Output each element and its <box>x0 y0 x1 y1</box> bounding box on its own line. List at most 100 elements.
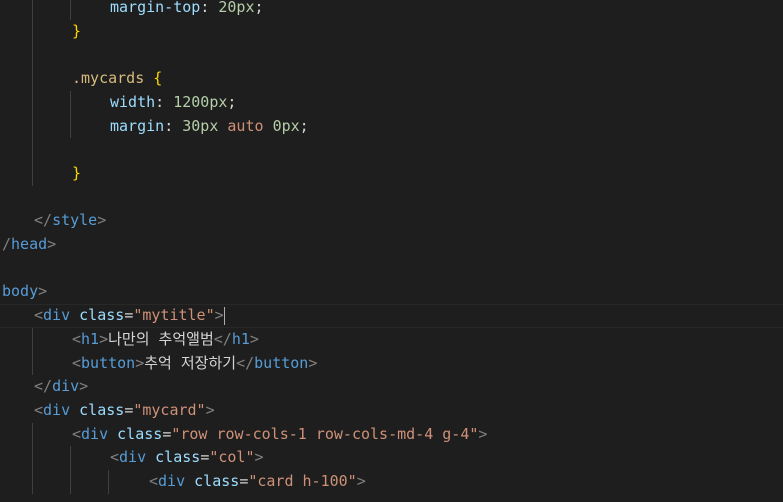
code-token: > <box>478 424 488 443</box>
code-editor[interactable]: margin-top: 20px;} .mycards {width: 1200p… <box>0 0 783 502</box>
code-text: <div class="col"> <box>110 446 264 470</box>
code-line[interactable]: <div class="mycard"> <box>0 399 783 423</box>
code-line[interactable]: margin-top: 20px; <box>0 0 783 20</box>
code-token: "mycard" <box>133 400 206 419</box>
code-line[interactable]: <button>추억 저장하기</button> <box>0 352 783 376</box>
code-token: </ <box>236 353 255 372</box>
code-line[interactable] <box>0 43 783 67</box>
code-line[interactable]: } <box>0 162 783 186</box>
code-line[interactable]: </style> <box>0 209 783 233</box>
code-text: width: 1200px; <box>110 91 236 115</box>
code-token: style <box>52 211 98 230</box>
code-token: div <box>43 400 71 419</box>
code-token: < <box>72 424 82 443</box>
text-cursor <box>223 306 225 325</box>
code-token: = <box>239 472 249 490</box>
code-token: div <box>158 472 186 490</box>
code-token: } <box>72 21 82 40</box>
code-token: > <box>38 282 48 301</box>
code-token: "card h-100" <box>248 472 357 490</box>
code-line[interactable] <box>0 257 783 281</box>
code-line[interactable]: width: 1200px; <box>0 91 783 115</box>
code-token: auto <box>227 116 264 135</box>
code-text: <div class="card h-100"> <box>149 470 366 494</box>
code-token: margin <box>110 116 165 135</box>
code-text: } <box>72 162 81 186</box>
code-text: </div> <box>34 375 88 399</box>
code-token: > <box>308 353 318 372</box>
code-line[interactable]: <div class="col"> <box>0 446 783 470</box>
code-text: <h1>나만의 추억앨범</h1> <box>72 328 259 352</box>
code-token: / <box>2 235 12 253</box>
code-text: .mycards { <box>72 67 162 91</box>
code-line[interactable]: <div class="row row-cols-1 row-cols-md-4… <box>0 423 783 447</box>
code-line[interactable]: <h1>나만의 추억앨범</h1> <box>0 328 783 352</box>
code-text: </style> <box>34 209 106 233</box>
code-token: div <box>43 306 71 325</box>
code-line[interactable]: <div class="card h-100"> <box>0 470 783 494</box>
code-token: button <box>254 353 309 372</box>
code-text: body> <box>2 280 47 304</box>
code-token: ; <box>254 0 264 16</box>
code-text: <button>추억 저장하기</button> <box>72 352 317 376</box>
code-line[interactable]: .mycards { <box>0 67 783 91</box>
code-token: > <box>99 329 109 348</box>
code-text: } <box>72 20 81 44</box>
code-token: < <box>72 329 82 348</box>
code-token: > <box>135 353 145 372</box>
code-token: } <box>72 163 82 182</box>
code-line[interactable]: } <box>0 20 783 44</box>
code-token: < <box>110 448 120 467</box>
code-token: class <box>117 424 163 443</box>
code-token: > <box>47 235 57 253</box>
code-token: 0px <box>272 116 300 135</box>
code-token: 1200px <box>173 92 228 111</box>
code-token: < <box>72 353 82 372</box>
code-token: > <box>254 448 264 467</box>
code-token: 추억 저장하기 <box>144 353 237 372</box>
code-token: </ <box>34 211 53 230</box>
code-token: > <box>205 400 215 419</box>
code-token: margin-top <box>110 0 201 16</box>
code-token: = <box>124 400 134 419</box>
code-token: { <box>153 69 163 88</box>
code-token: div <box>119 448 147 467</box>
code-line[interactable]: </div> <box>0 375 783 399</box>
code-token: < <box>34 306 44 325</box>
code-token: : <box>155 92 174 111</box>
code-line[interactable]: margin: 30px auto 0px; <box>0 115 783 139</box>
code-token: h1 <box>231 329 250 348</box>
code-token: head <box>11 235 48 253</box>
code-line[interactable] <box>0 186 783 210</box>
code-token: </ <box>34 377 53 396</box>
code-token: > <box>214 306 224 325</box>
code-line-current[interactable]: <div class="mytitle"> <box>0 304 783 328</box>
code-token: ; <box>227 92 237 111</box>
code-token: = <box>200 448 210 467</box>
code-token: "row row-cols-1 row-cols-md-4 g-4" <box>171 424 479 443</box>
code-token: class <box>155 448 201 467</box>
code-token: = <box>162 424 172 443</box>
code-token: .mycards <box>72 69 145 88</box>
code-token: : <box>164 116 183 135</box>
code-token: "mytitle" <box>133 306 215 325</box>
code-token: > <box>249 329 259 348</box>
code-token: > <box>356 472 366 490</box>
code-token: > <box>79 377 89 396</box>
code-text: margin: 30px auto 0px; <box>110 115 309 139</box>
code-text: <div class="mytitle"> <box>34 305 225 327</box>
code-line[interactable]: /head> <box>0 233 783 257</box>
code-token: 20px <box>218 0 255 16</box>
code-token: < <box>34 400 44 419</box>
code-line[interactable] <box>0 138 783 162</box>
code-token: class <box>194 472 240 490</box>
code-token: div <box>81 424 109 443</box>
code-token: > <box>97 211 107 230</box>
code-line[interactable]: body> <box>0 280 783 304</box>
